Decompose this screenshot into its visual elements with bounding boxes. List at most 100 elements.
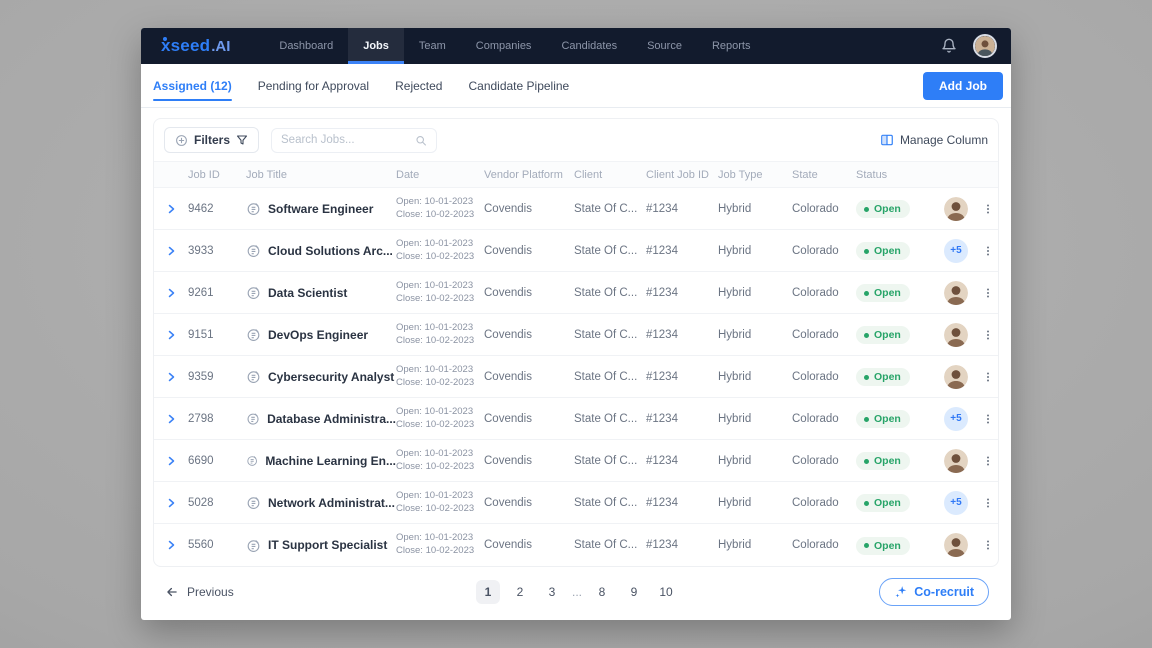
page-button[interactable]: 10: [654, 580, 678, 604]
table-row[interactable]: 6690 Machine Learning En... Open: 10-01-…: [154, 440, 998, 482]
nav-item[interactable]: Source: [632, 28, 697, 64]
page-button[interactable]: 1: [476, 580, 500, 604]
page-button[interactable]: 9: [622, 580, 646, 604]
tab[interactable]: Candidate Pipeline: [468, 64, 569, 107]
table-row[interactable]: 5560 IT Support Specialist Open: 10-01-2…: [154, 524, 998, 566]
assignee-avatar[interactable]: [944, 533, 968, 557]
assignee-avatar[interactable]: [944, 197, 968, 221]
row-expand-chevron-icon[interactable]: [154, 539, 188, 551]
page-button[interactable]: 8: [590, 580, 614, 604]
nav-item[interactable]: Jobs: [348, 28, 404, 64]
row-expand-chevron-icon[interactable]: [154, 413, 188, 425]
cell-client-job-id: #1234: [646, 539, 718, 551]
row-expand-chevron-icon[interactable]: [154, 329, 188, 341]
assignee-count-badge[interactable]: +5: [944, 407, 968, 431]
previous-page-button[interactable]: Previous: [165, 585, 234, 599]
page-button[interactable]: 2: [508, 580, 532, 604]
assignee-avatar[interactable]: [944, 449, 968, 473]
cell-vendor-platform: Covendis: [484, 245, 574, 257]
cell-job-type: Hybrid: [718, 245, 792, 257]
table-row[interactable]: 2798 Database Administra... Open: 10-01-…: [154, 398, 998, 440]
nav-item[interactable]: Candidates: [546, 28, 632, 64]
row-expand-chevron-icon[interactable]: [154, 245, 188, 257]
cell-client-job-id: #1234: [646, 245, 718, 257]
cell-assignee: [936, 449, 976, 473]
row-kebab-menu-icon[interactable]: [976, 412, 1000, 426]
row-kebab-menu-icon[interactable]: [976, 370, 1000, 384]
row-kebab-menu-icon[interactable]: [976, 328, 1000, 342]
columns-icon: [880, 133, 894, 147]
search-input[interactable]: [281, 134, 415, 146]
filters-button[interactable]: Filters: [164, 127, 259, 153]
assignee-avatar[interactable]: [944, 281, 968, 305]
navbar-right: [941, 28, 997, 64]
cell-date: Open: 10-01-2023 Close: 10-02-2023: [396, 448, 484, 474]
nav-item[interactable]: Companies: [461, 28, 547, 64]
cell-job-id: 5028: [188, 497, 246, 509]
assignee-avatar[interactable]: [944, 323, 968, 347]
co-recruit-button[interactable]: Co-recruit: [879, 578, 989, 606]
table-row[interactable]: 9261 Data Scientist Open: 10-01-2023 Clo…: [154, 272, 998, 314]
pagination: 1 2 3 ... 8 9 10: [476, 580, 678, 604]
manage-column-button[interactable]: Manage Column: [880, 133, 988, 147]
row-expand-chevron-icon[interactable]: [154, 371, 188, 383]
row-expand-chevron-icon[interactable]: [154, 497, 188, 509]
row-kebab-menu-icon[interactable]: [976, 538, 1000, 552]
logo-text-main: xseed: [161, 36, 210, 56]
nav-item[interactable]: Dashboard: [264, 28, 348, 64]
assignee-count-badge[interactable]: +5: [944, 239, 968, 263]
row-kebab-menu-icon[interactable]: [976, 244, 1000, 258]
table-row[interactable]: 3933 Cloud Solutions Arc... Open: 10-01-…: [154, 230, 998, 272]
date-close: Close: 10-02-2023: [396, 335, 484, 348]
tab[interactable]: Rejected: [395, 64, 442, 107]
status-label: Open: [874, 245, 901, 257]
tab[interactable]: Assigned (12): [153, 64, 232, 107]
table-row[interactable]: 9462 Software Engineer Open: 10-01-2023 …: [154, 188, 998, 230]
date-close: Close: 10-02-2023: [396, 293, 484, 306]
status-dot: [864, 291, 869, 296]
header-vendor-platform: Vendor Platform: [484, 169, 574, 181]
page-button[interactable]: 3: [540, 580, 564, 604]
assignee-avatar[interactable]: [944, 365, 968, 389]
job-title-text: Database Administra...: [267, 412, 396, 426]
nav-item[interactable]: Reports: [697, 28, 766, 64]
cell-client-job-id: #1234: [646, 371, 718, 383]
row-kebab-menu-icon[interactable]: [976, 496, 1000, 510]
row-kebab-menu-icon[interactable]: [976, 202, 1000, 216]
notification-bell-icon[interactable]: [941, 38, 957, 54]
main-nav: Dashboard Jobs Team Companies Candidates…: [264, 28, 941, 64]
row-expand-chevron-icon[interactable]: [154, 455, 188, 467]
cell-date: Open: 10-01-2023 Close: 10-02-2023: [396, 364, 484, 390]
row-expand-chevron-icon[interactable]: [154, 203, 188, 215]
assignee-count-badge[interactable]: +5: [944, 491, 968, 515]
table-row[interactable]: 9151 DevOps Engineer Open: 10-01-2023 Cl…: [154, 314, 998, 356]
cell-status: Open: [856, 199, 936, 219]
table-row[interactable]: 9359 Cybersecurity Analyst Open: 10-01-2…: [154, 356, 998, 398]
date-close: Close: 10-02-2023: [396, 545, 484, 558]
row-kebab-menu-icon[interactable]: [976, 286, 1000, 300]
table-toolbar: Filters Manage Column: [154, 119, 998, 161]
row-expand-chevron-icon[interactable]: [154, 287, 188, 299]
status-label: Open: [874, 329, 901, 341]
header-job-type: Job Type: [718, 169, 792, 181]
job-doc-icon: [246, 285, 261, 300]
manage-column-label: Manage Column: [900, 133, 988, 147]
tab[interactable]: Pending for Approval: [258, 64, 369, 107]
funnel-icon: [236, 134, 248, 146]
add-job-button[interactable]: Add Job: [923, 72, 1003, 100]
cell-date: Open: 10-01-2023 Close: 10-02-2023: [396, 406, 484, 432]
brand-logo[interactable]: xseed.AI: [161, 28, 230, 64]
cell-client-job-id: #1234: [646, 287, 718, 299]
cell-job-type: Hybrid: [718, 539, 792, 551]
row-kebab-menu-icon[interactable]: [976, 454, 1000, 468]
nav-item[interactable]: Team: [404, 28, 461, 64]
cell-state: Colorado: [792, 371, 856, 383]
status-dot: [864, 417, 869, 422]
cell-job-id: 6690: [188, 455, 246, 467]
table-row[interactable]: 5028 Network Administrat... Open: 10-01-…: [154, 482, 998, 524]
job-title-text: Cybersecurity Analyst: [268, 370, 394, 384]
cell-state: Colorado: [792, 539, 856, 551]
user-avatar[interactable]: [973, 34, 997, 58]
status-label: Open: [874, 371, 901, 383]
date-close: Close: 10-02-2023: [396, 251, 484, 264]
